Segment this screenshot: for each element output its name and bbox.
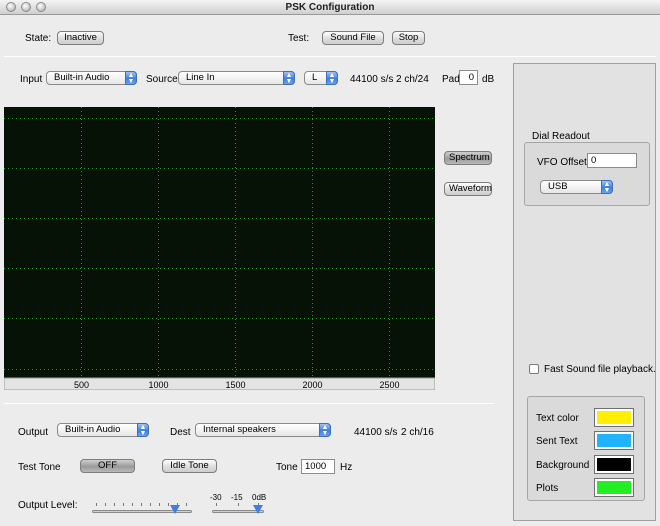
spectrum-button[interactable]: Spectrum	[444, 151, 492, 165]
input-device-select[interactable]: Built-in Audio ▲ ▼	[46, 71, 137, 85]
tone-input[interactable]: 1000	[301, 459, 335, 474]
sent-text-color-fill	[597, 434, 631, 447]
popup-arrows-icon: ▲ ▼	[601, 180, 613, 194]
level-meter-knob[interactable]	[253, 505, 263, 514]
tone-unit: Hz	[340, 462, 353, 473]
output-level-label: Output Level:	[18, 500, 78, 511]
slider-tick	[150, 503, 151, 506]
vfo-offset-input[interactable]: 0	[587, 153, 637, 168]
output-label: Output	[18, 427, 49, 438]
x-tick-label: 2000	[302, 380, 322, 390]
scale-tick	[238, 503, 239, 506]
vfo-offset-label: VFO Offset	[537, 157, 587, 168]
plot-area	[4, 107, 435, 378]
output-device-value: Built-in Audio	[65, 424, 121, 435]
x-tick-label: 1500	[225, 380, 245, 390]
x-tick-label: 2500	[379, 380, 399, 390]
background-color-fill	[597, 458, 631, 471]
popup-arrows-icon: ▲ ▼	[319, 423, 331, 437]
text-color-swatch[interactable]	[594, 408, 634, 427]
input-label: Input	[20, 74, 43, 85]
dest-label: Dest	[170, 427, 191, 438]
fast-playback-checkbox[interactable]	[529, 364, 539, 374]
colors-box: Text color Sent Text Background Plots	[527, 396, 645, 501]
slider-tick	[141, 503, 142, 506]
popup-arrows-icon: ▲ ▼	[137, 423, 149, 437]
waveform-button[interactable]: Waveform	[444, 182, 492, 196]
test-tone-label: Test Tone	[18, 462, 61, 473]
background-color-swatch[interactable]	[594, 455, 634, 474]
idle-tone-button[interactable]: Idle Tone	[162, 459, 217, 473]
test-tone-toggle[interactable]: OFF	[80, 459, 135, 473]
separator-bottom	[4, 403, 494, 404]
psk-configuration-window: PSK Configuration State: Inactive Test: …	[0, 0, 660, 526]
input-device-value: Built-in Audio	[54, 72, 110, 83]
zoom-window-icon[interactable]	[36, 2, 46, 12]
slider-tick	[96, 503, 97, 506]
close-window-icon[interactable]	[6, 2, 16, 12]
channel-select[interactable]: L ▲ ▼	[304, 71, 338, 85]
text-color-fill	[597, 411, 631, 424]
popup-arrows-icon: ▲ ▼	[283, 71, 295, 85]
dest-select[interactable]: Internal speakers ▲ ▼	[195, 423, 331, 437]
input-format: 2 ch/24	[396, 74, 429, 85]
dest-value: Internal speakers	[203, 424, 276, 435]
pad-label: Pad	[442, 74, 460, 85]
scale-tick	[216, 503, 217, 506]
source-select[interactable]: Line In ▲ ▼	[178, 71, 295, 85]
slider-tick	[123, 503, 124, 506]
color-label: Background	[536, 460, 590, 471]
color-label: Text color	[536, 413, 579, 424]
mode-select[interactable]: USB ▲ ▼	[540, 180, 613, 194]
popup-arrows-icon: ▲ ▼	[125, 71, 137, 85]
title-bar: PSK Configuration	[0, 0, 660, 15]
output-format: 2 ch/16	[401, 427, 434, 438]
slider-tick	[114, 503, 115, 506]
output-device-select[interactable]: Built-in Audio ▲ ▼	[57, 423, 149, 437]
output-sample-rate: 44100 s/s	[354, 427, 398, 438]
x-axis-strip	[4, 377, 435, 390]
source-value: Line In	[186, 72, 215, 83]
slider-tick	[159, 503, 160, 506]
popup-arrows-icon: ▲ ▼	[326, 71, 338, 85]
spectrum-plot: 500 1000 1500 2000 2500	[4, 107, 435, 390]
slider-tick	[168, 503, 169, 506]
separator-top	[4, 56, 656, 57]
state-label: State:	[25, 33, 52, 44]
mode-value: USB	[548, 181, 568, 192]
tone-label: Tone	[276, 462, 298, 473]
minimize-window-icon[interactable]	[21, 2, 31, 12]
color-label: Sent Text	[536, 436, 578, 447]
dial-readout-title: Dial Readout	[532, 131, 590, 142]
pad-input[interactable]: 0	[459, 70, 478, 85]
scale-label: -30	[210, 493, 222, 502]
plots-color-fill	[597, 481, 631, 494]
sent-text-color-swatch[interactable]	[594, 431, 634, 450]
x-tick-label: 500	[74, 380, 89, 390]
input-sample-rate: 44100 s/s	[350, 74, 394, 85]
slider-tick	[186, 503, 187, 506]
slider-tick	[132, 503, 133, 506]
color-label: Plots	[536, 483, 559, 494]
x-tick-label: 1000	[148, 380, 168, 390]
output-level-knob[interactable]	[170, 505, 180, 514]
fast-playback-label: Fast Sound file playback.	[544, 364, 656, 375]
stop-button[interactable]: Stop	[392, 31, 425, 45]
test-label: Test:	[288, 33, 310, 44]
right-panel: Dial Readout VFO Offset 0 USB ▲ ▼ Fast So…	[513, 63, 656, 521]
scale-label: 0dB	[252, 493, 267, 502]
channel-value: L	[312, 72, 318, 83]
dial-readout-box: VFO Offset 0 USB ▲ ▼	[524, 142, 650, 206]
pad-unit: dB	[482, 74, 495, 85]
state-button[interactable]: Inactive	[57, 31, 104, 45]
scale-label: -15	[231, 493, 243, 502]
source-label: Source	[146, 74, 178, 85]
slider-tick	[105, 503, 106, 506]
sound-file-button[interactable]: Sound File	[322, 31, 384, 45]
window-title: PSK Configuration	[285, 2, 375, 13]
plots-color-swatch[interactable]	[594, 478, 634, 497]
